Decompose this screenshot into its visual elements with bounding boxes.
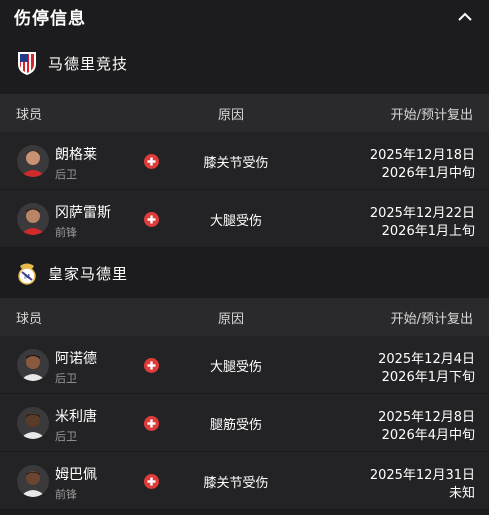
column-header: 球员 原因 开始/预计复出 xyxy=(0,94,489,132)
column-player: 球员 xyxy=(16,107,43,123)
player-name: 阿诺德 xyxy=(55,351,97,367)
injury-reason: 膝关节受伤 xyxy=(203,476,269,491)
player-position: 后卫 xyxy=(55,372,77,385)
expected-return: 2026年1月下旬 xyxy=(381,370,475,385)
injury-start-date: 2025年12月4日 xyxy=(378,352,475,367)
player-name: 冈萨雷斯 xyxy=(55,205,111,221)
avatar xyxy=(17,203,49,235)
column-reason: 原因 xyxy=(218,107,245,123)
team-name: 马德里竞技 xyxy=(48,54,129,73)
avatar xyxy=(17,407,49,439)
player-position: 前锋 xyxy=(55,226,77,239)
injury-start-date: 2025年12月31日 xyxy=(369,468,475,483)
team-name: 皇家马德里 xyxy=(48,264,129,283)
expected-return: 未知 xyxy=(448,486,475,501)
column-return: 开始/预计复出 xyxy=(390,311,473,327)
expected-return: 2026年1月上旬 xyxy=(381,224,475,239)
player-position: 后卫 xyxy=(55,168,77,181)
injury-reason: 大腿受伤 xyxy=(209,360,262,375)
injury-panel: 伤停信息 马德里竞技 球员 原因 开始/预计复出 朗格莱 后卫 膝关节受伤 20… xyxy=(0,0,489,515)
player-position: 前锋 xyxy=(55,488,77,501)
medical-cross-icon xyxy=(144,474,159,489)
injury-header: 伤停信息 xyxy=(0,0,489,32)
medical-cross-icon xyxy=(144,358,159,373)
chevron-up-icon[interactable] xyxy=(457,8,473,24)
player-row[interactable]: 姆巴佩 前锋 膝关节受伤 2025年12月31日 未知 xyxy=(0,452,489,510)
player-position: 后卫 xyxy=(55,430,77,443)
player-row[interactable]: 米利唐 后卫 腿筋受伤 2025年12月8日 2026年4月中旬 xyxy=(0,394,489,452)
player-name: 米利唐 xyxy=(55,409,97,425)
column-return: 开始/预计复出 xyxy=(390,107,473,123)
injury-start-date: 2025年12月18日 xyxy=(369,148,475,163)
real-madrid-logo: M xyxy=(16,260,38,286)
avatar xyxy=(17,145,49,177)
injury-start-date: 2025年12月8日 xyxy=(378,410,475,425)
avatar xyxy=(17,465,49,497)
medical-cross-icon xyxy=(144,212,159,227)
player-row[interactable]: 冈萨雷斯 前锋 大腿受伤 2025年12月22日 2026年1月上旬 xyxy=(0,190,489,248)
column-header: 球员 原因 开始/预计复出 xyxy=(0,298,489,336)
svg-text:M: M xyxy=(24,273,30,281)
medical-cross-icon xyxy=(144,416,159,431)
expected-return: 2026年1月中旬 xyxy=(381,166,475,181)
medical-cross-icon xyxy=(144,154,159,169)
player-row[interactable]: 阿诺德 后卫 大腿受伤 2025年12月4日 2026年1月下旬 xyxy=(0,336,489,394)
avatar xyxy=(17,349,49,381)
injury-title: 伤停信息 xyxy=(14,8,86,29)
atletico-madrid-logo xyxy=(16,50,38,76)
player-name: 姆巴佩 xyxy=(55,467,97,483)
team-header-real-madrid: M 皇家马德里 xyxy=(0,248,489,298)
injury-reason: 大腿受伤 xyxy=(209,214,262,229)
injury-start-date: 2025年12月22日 xyxy=(369,206,475,221)
player-name: 朗格莱 xyxy=(55,147,97,163)
column-player: 球员 xyxy=(16,311,43,327)
expected-return: 2026年4月中旬 xyxy=(381,428,475,443)
injury-reason: 腿筋受伤 xyxy=(209,418,262,433)
player-row[interactable]: 朗格莱 后卫 膝关节受伤 2025年12月18日 2026年1月中旬 xyxy=(0,132,489,190)
injury-reason: 膝关节受伤 xyxy=(203,156,269,171)
column-reason: 原因 xyxy=(218,311,245,327)
team-header-atletico: 马德里竞技 xyxy=(0,32,489,94)
